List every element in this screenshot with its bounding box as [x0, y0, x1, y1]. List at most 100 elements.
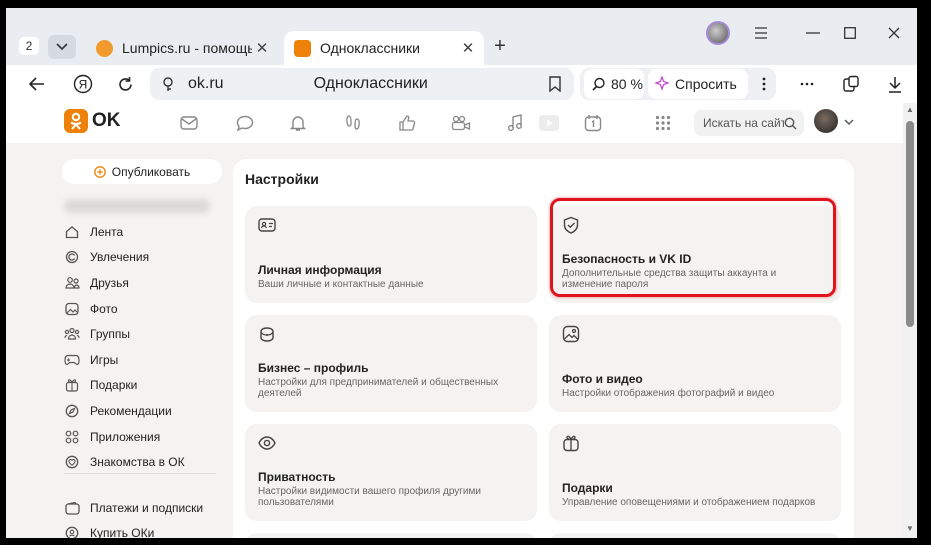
- sidebar-item-label: Купить ОКи: [90, 526, 155, 538]
- mail-icon[interactable]: [178, 112, 200, 134]
- sidebar-item-label: Игры: [90, 353, 119, 367]
- card-description: Настройки отображения фотографий и видео: [562, 388, 775, 399]
- sidebar-item-gifts[interactable]: Подарки: [64, 374, 137, 396]
- url-text: ok.ru: [188, 75, 224, 92]
- card-description: Настройки видимости вашего профиля други…: [258, 486, 481, 508]
- settings-card-partial[interactable]: [245, 533, 537, 538]
- ok-logo-text: OK: [92, 110, 121, 131]
- sidebar-item-feed[interactable]: Лента: [64, 221, 123, 243]
- home-icon: [64, 224, 80, 240]
- site-info-icon[interactable]: [162, 76, 178, 92]
- reload-icon: [118, 76, 132, 91]
- sidebar-item-label: Платежи и подписки: [90, 501, 204, 515]
- close-icon[interactable]: ✕: [458, 39, 478, 57]
- menu-icon[interactable]: [746, 22, 776, 44]
- likes-icon[interactable]: [396, 112, 418, 134]
- extensions-icon[interactable]: [836, 69, 866, 99]
- settings-card-photo-video[interactable]: Фото и видео Настройки отображения фотог…: [549, 315, 841, 412]
- eye-icon: [258, 436, 276, 450]
- scroll-down-arrow-icon[interactable]: ▼: [906, 524, 914, 533]
- photo-icon: [64, 301, 80, 317]
- notifications-icon[interactable]: [287, 112, 309, 134]
- card-description: Настройки для предпринимателей и обществ…: [258, 377, 499, 399]
- tab-count-badge[interactable]: 2: [19, 37, 39, 55]
- calendar-icon[interactable]: [582, 112, 604, 134]
- hobby-icon: [64, 249, 80, 265]
- tab-title: Lumpics.ru - помощь с к: [122, 40, 252, 56]
- sidebar-item-recommendations[interactable]: Рекомендации: [64, 400, 172, 422]
- ok-logo-icon: [64, 109, 88, 133]
- blurred-profile-name[interactable]: [64, 199, 210, 213]
- gift-icon: [563, 435, 579, 452]
- chevron-down-icon[interactable]: [844, 119, 854, 126]
- gift-icon: [64, 377, 80, 393]
- card-title: Подарки: [562, 481, 613, 495]
- bookmark-icon[interactable]: [548, 76, 562, 92]
- address-bar[interactable]: ok.ru Одноклассники: [150, 68, 574, 100]
- settings-card-partial[interactable]: [549, 533, 841, 538]
- video-calls-icon[interactable]: [450, 112, 472, 134]
- page-title-text: Одноклассники: [313, 75, 428, 92]
- tab-list-button[interactable]: [48, 35, 76, 59]
- apps-grid-icon[interactable]: [652, 112, 674, 134]
- groups-icon: [64, 326, 80, 342]
- card-description: Управление оповещениями и отображением п…: [562, 497, 816, 508]
- card-title: Личная информация: [258, 263, 382, 277]
- browser-profile-avatar[interactable]: [706, 21, 730, 45]
- sidebar-item-friends[interactable]: Друзья: [64, 272, 129, 294]
- wallet-icon: [64, 500, 80, 516]
- maximize-button[interactable]: [835, 22, 865, 44]
- download-icon[interactable]: [880, 69, 910, 99]
- card-title: Приватность: [258, 470, 336, 484]
- card-title: Фото и видео: [562, 372, 643, 386]
- lumpics-favicon-icon: [96, 39, 113, 57]
- settings-card-business-profile[interactable]: Бизнес – профиль Настройки для предприни…: [245, 315, 537, 412]
- guests-icon[interactable]: [342, 112, 364, 134]
- page-content: OK Искать на сайте Опубликовать Лента Ув…: [6, 103, 903, 538]
- card-title: Бизнес – профиль: [258, 361, 369, 375]
- ask-button[interactable]: Спросить: [648, 69, 748, 99]
- ok-logo[interactable]: OK: [64, 109, 121, 133]
- sidebar-item-label: Группы: [90, 327, 130, 341]
- back-button[interactable]: [22, 69, 52, 99]
- window-close-button[interactable]: [879, 22, 909, 44]
- sidebar-item-payments[interactable]: Платежи и подписки: [64, 497, 203, 519]
- sidebar-item-dating[interactable]: Знакомства в ОК: [64, 451, 185, 473]
- settings-card-personal-info[interactable]: Личная информация Ваши личные и контактн…: [245, 206, 537, 303]
- settings-card-gifts[interactable]: Подарки Управление оповещениями и отобра…: [549, 424, 841, 521]
- page-scrollbar[interactable]: ▲ ▼: [903, 103, 917, 538]
- ask-label: Спросить: [675, 76, 737, 92]
- sidebar-item-groups[interactable]: Группы: [64, 323, 130, 345]
- sidebar-item-hobbies[interactable]: Увлечения: [64, 246, 149, 268]
- scrollbar-thumb[interactable]: [906, 121, 914, 327]
- sidebar-item-buy-oki[interactable]: Купить ОКи: [64, 522, 154, 538]
- minimize-button[interactable]: [798, 22, 828, 44]
- ok-search-input[interactable]: Искать на сайте: [694, 110, 804, 136]
- publish-button[interactable]: Опубликовать: [62, 159, 222, 184]
- gamepad-icon: [64, 352, 80, 368]
- user-avatar[interactable]: [814, 109, 838, 133]
- search-icon[interactable]: [784, 117, 797, 130]
- sidebar-item-apps[interactable]: Приложения: [64, 426, 160, 448]
- reload-button[interactable]: [110, 69, 140, 99]
- sidebar-item-games[interactable]: Игры: [64, 349, 118, 371]
- scroll-up-arrow-icon[interactable]: ▲: [906, 105, 914, 114]
- tab-title: Одноклассники: [320, 40, 421, 56]
- video-icon[interactable]: [538, 112, 560, 134]
- more-horizontal-icon[interactable]: [792, 69, 822, 99]
- sidebar-item-photo[interactable]: Фото: [64, 298, 118, 320]
- more-vertical-icon[interactable]: [749, 69, 779, 99]
- new-tab-button[interactable]: +: [488, 34, 512, 58]
- yandex-button[interactable]: Я: [68, 69, 98, 99]
- coin-icon: [64, 525, 80, 538]
- tab-lumpics[interactable]: Lumpics.ru - помощь с к ✕: [86, 31, 278, 65]
- discussions-icon[interactable]: [234, 112, 256, 134]
- settings-card-privacy[interactable]: Приватность Настройки видимости вашего п…: [245, 424, 537, 521]
- close-icon[interactable]: ✕: [252, 39, 272, 57]
- friends-icon: [64, 275, 80, 291]
- music-icon[interactable]: [504, 112, 526, 134]
- zoom-button[interactable]: 80 %: [584, 69, 644, 99]
- browser-window: 2 Lumpics.ru - помощь с к ✕ Одноклассник…: [6, 8, 917, 538]
- sidebar-item-label: Фото: [90, 302, 118, 316]
- tab-odnoklassniki[interactable]: Одноклассники ✕: [284, 31, 484, 65]
